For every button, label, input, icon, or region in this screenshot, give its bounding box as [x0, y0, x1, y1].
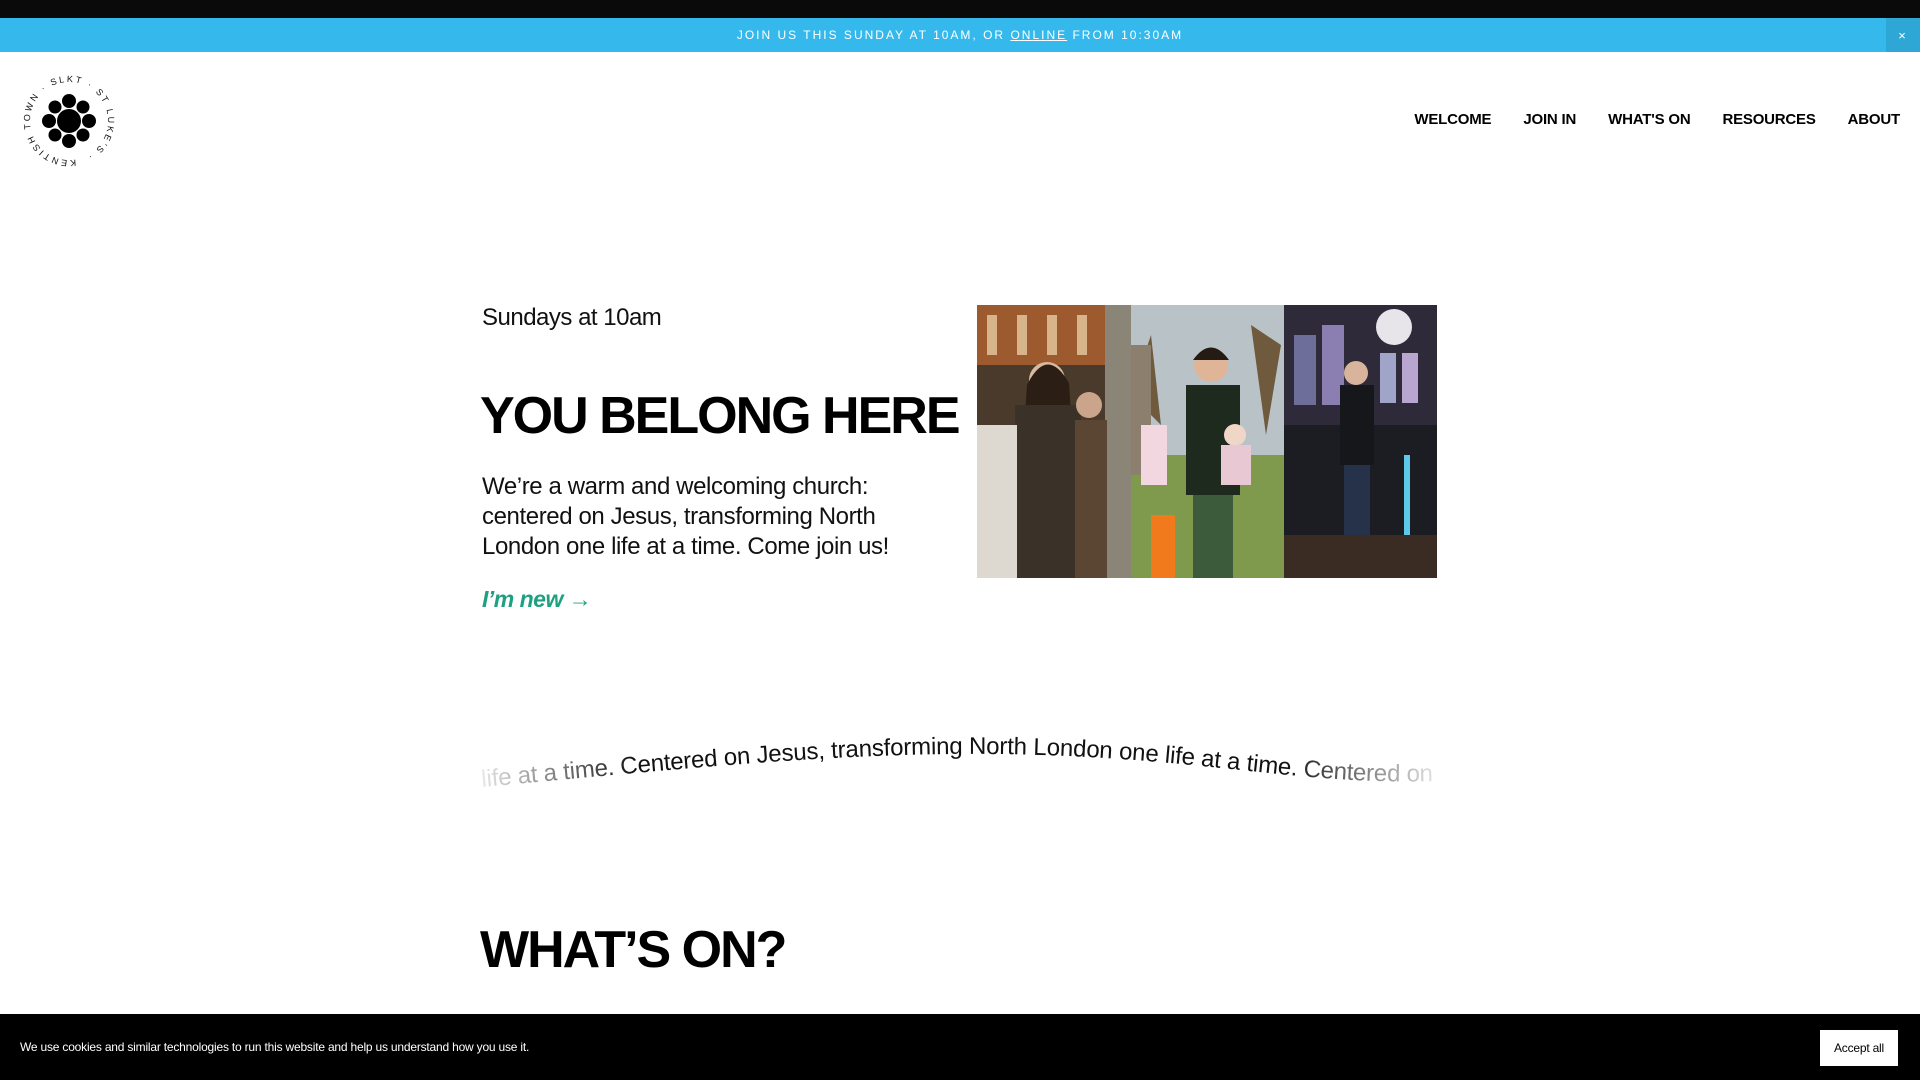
nav-item-welcome[interactable]: WELCOME — [1414, 111, 1491, 128]
hero-photo-family — [1130, 305, 1285, 578]
top-black-strip — [0, 0, 1920, 18]
accept-all-button[interactable]: Accept all — [1819, 1030, 1898, 1066]
whats-on-heading: WHAT’S ON? — [480, 921, 787, 979]
hero-description: We’re a warm and welcoming church: cente… — [482, 473, 889, 560]
nav-item-whats-on[interactable]: WHAT'S ON — [1608, 111, 1691, 128]
nav-item-resources[interactable]: RESOURCES — [1722, 111, 1815, 128]
hero-photo-strip — [977, 305, 1438, 578]
announcement-text-before: JOIN US THIS SUNDAY AT 10AM, OR — [736, 28, 1006, 42]
nav-item-about[interactable]: ABOUT — [1848, 111, 1901, 128]
announcement-text-after: FROM 10:30AM — [1072, 28, 1184, 42]
online-link[interactable]: ONLINE — [1010, 28, 1067, 42]
svg-text:life at a time. Centered on J: life at a time. Centered on Jesus, trans… — [482, 735, 1438, 793]
church-logo[interactable]: KENTISH TOWN · SLKT · ST LUKE’S · — [14, 66, 123, 175]
marquee-ticker: life at a time. Centered on Jesus, trans… — [482, 735, 1438, 805]
ticker-text: life at a time. Centered on Jesus, trans… — [482, 735, 1438, 793]
announcement-bar: JOIN US THIS SUNDAY AT 10AM, OR ONLINE F… — [0, 18, 1920, 52]
im-new-link[interactable]: I’m new → — [482, 586, 592, 613]
hero-subtitle: Sundays at 10am — [482, 304, 662, 331]
hero-photo-speaker — [1284, 305, 1438, 578]
hero-photo-congregation — [977, 305, 1131, 578]
logo-seal: KENTISH TOWN · SLKT · ST LUKE’S · — [14, 66, 123, 175]
close-icon[interactable]: × — [1886, 18, 1920, 52]
cookie-banner: We use cookies and similar technologies … — [0, 1014, 1920, 1080]
cookie-text: We use cookies and similar technologies … — [20, 1040, 530, 1054]
main-navigation: WELCOME JOIN IN WHAT'S ON RESOURCES ABOU… — [1414, 111, 1900, 128]
hero-title: YOU BELONG HERE — [480, 387, 960, 445]
nav-item-join-in[interactable]: JOIN IN — [1523, 111, 1576, 128]
